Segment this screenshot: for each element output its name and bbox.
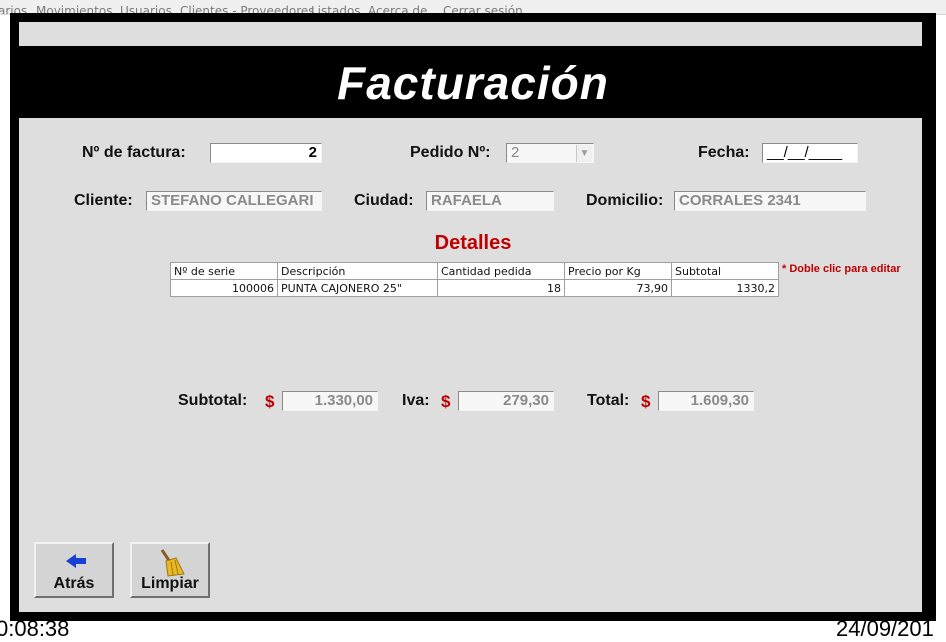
- back-button[interactable]: Atrás: [34, 542, 114, 598]
- subtotal-currency: $: [265, 392, 275, 411]
- clear-button-label: Limpiar: [141, 575, 199, 592]
- subtotal-label: Subtotal:: [178, 392, 248, 409]
- pedido-label: Pedido Nº:: [410, 144, 491, 161]
- broom-icon: [132, 548, 208, 577]
- col-header-cantidad[interactable]: Cantidad pedida: [437, 262, 565, 280]
- factura-number-field[interactable]: 2: [210, 143, 322, 163]
- cell-precio[interactable]: 73,90: [564, 279, 672, 297]
- status-time: 0:08:38: [0, 616, 70, 641]
- clear-button[interactable]: Limpiar: [130, 542, 210, 598]
- page-title: Facturación: [337, 57, 609, 109]
- total-label: Total:: [587, 392, 630, 409]
- detalles-title: Detalles: [434, 232, 512, 254]
- pedido-select-value: 2: [511, 144, 520, 161]
- total-currency: $: [641, 392, 651, 411]
- ciudad-label: Ciudad:: [354, 192, 414, 209]
- domicilio-label: Domicilio:: [586, 192, 664, 209]
- cliente-label: Cliente:: [74, 192, 133, 209]
- iva-field[interactable]: 279,30: [458, 391, 554, 411]
- grid-header-row: Nº de serie Descripción Cantidad pedida …: [170, 262, 779, 280]
- chevron-down-icon[interactable]: ▼: [576, 145, 592, 162]
- total-field[interactable]: 1.609,30: [658, 391, 754, 411]
- status-date: 24/09/201: [836, 616, 934, 641]
- col-header-subtotal[interactable]: Subtotal: [671, 262, 779, 280]
- col-header-precio[interactable]: Precio por Kg: [564, 262, 672, 280]
- detalles-grid[interactable]: Nº de serie Descripción Cantidad pedida …: [170, 262, 779, 297]
- cell-cantidad[interactable]: 18: [437, 279, 565, 297]
- cell-descripcion[interactable]: PUNTA CAJONERO 25": [277, 279, 438, 297]
- cell-subtotal[interactable]: 1330,2: [671, 279, 779, 297]
- col-header-descripcion[interactable]: Descripción: [277, 262, 438, 280]
- cliente-field[interactable]: STEFANO CALLEGARI: [146, 191, 322, 211]
- subtotal-field[interactable]: 1.330,00: [282, 391, 378, 411]
- cell-serie[interactable]: 100006: [170, 279, 278, 297]
- back-button-label: Atrás: [53, 575, 95, 592]
- table-row[interactable]: 100006 PUNTA CAJONERO 25" 18 73,90 1330,…: [170, 279, 779, 297]
- col-header-serie[interactable]: Nº de serie: [170, 262, 278, 280]
- arrow-left-icon: [36, 548, 112, 574]
- iva-label: Iva:: [402, 392, 430, 409]
- pedido-select[interactable]: 2 ▼: [506, 143, 594, 163]
- ciudad-field[interactable]: RAFAELA: [426, 191, 554, 211]
- fecha-field[interactable]: __/__/____: [762, 143, 858, 163]
- iva-currency: $: [441, 392, 451, 411]
- factura-label: Nº de factura:: [82, 144, 186, 161]
- fecha-label: Fecha:: [698, 144, 750, 161]
- domicilio-field[interactable]: CORRALES 2341: [674, 191, 866, 211]
- edit-hint: * Doble clic para editar: [782, 263, 901, 275]
